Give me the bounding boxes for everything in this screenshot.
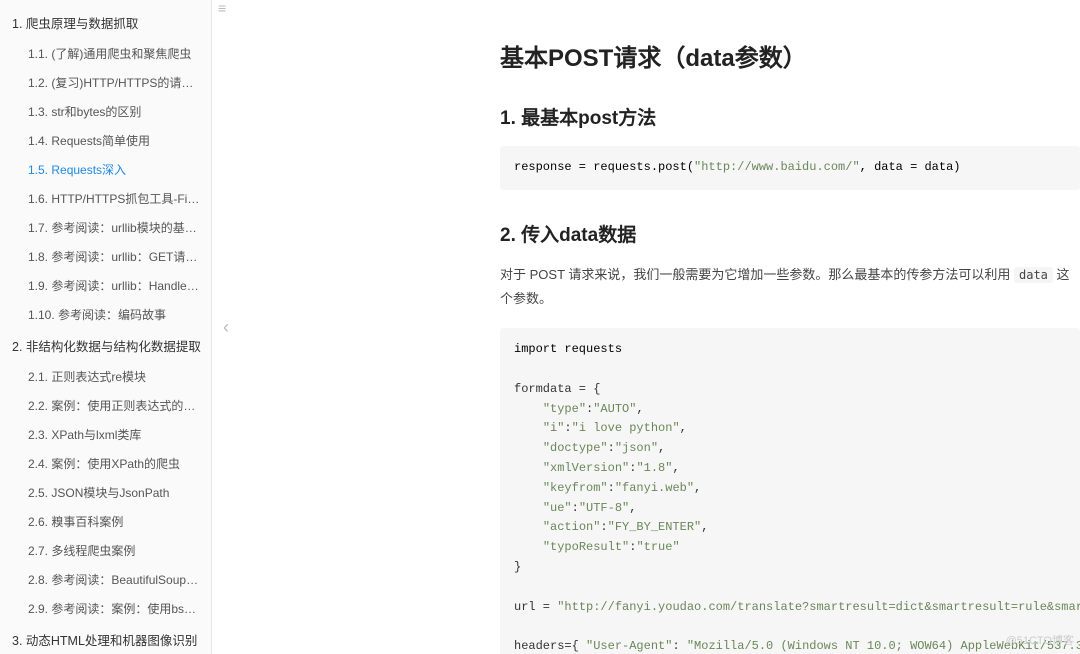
toc-item[interactable]: 1.4. Requests简单使用 [0,126,211,155]
toc-item[interactable]: 2.8. 参考阅读：BeautifulSoup4 ... [0,565,211,594]
section-2-paragraph: 对于 POST 请求来说，我们一般需要为它增加一些参数。那么最基本的传参方法可以… [500,263,1080,312]
toc-chapter[interactable]: 2. 非结构化数据与结构化数据提取 [0,329,211,362]
code-text: , data = data) [860,160,961,174]
toc-chapter[interactable]: 3. 动态HTML处理和机器图像识别 [0,623,211,654]
content-area[interactable]: 基本POST请求（data参数） 1. 最基本post方法 response =… [240,0,1080,654]
code-block-2: import requests formdata = { "type":"AUT… [500,328,1080,654]
para-text: 对于 POST 请求来说，我们一般需要为它增加一些参数。那么最基本的传参方法可以… [500,267,1014,282]
toc-item[interactable]: 2.6. 糗事百科案例 [0,507,211,536]
toc-item[interactable]: 1.5. Requests深入 [0,155,211,184]
inline-code-data: data [1014,267,1053,283]
toc-item[interactable]: 1.6. HTTP/HTTPS抓包工具-Fiddler [0,184,211,213]
toc-item[interactable]: 2.1. 正则表达式re模块 [0,362,211,391]
toc-item[interactable]: 2.5. JSON模块与JsonPath [0,478,211,507]
top-icon-row: ≡ [218,0,226,16]
toc-item[interactable]: 2.4. 案例：使用XPath的爬虫 [0,449,211,478]
toc-item[interactable]: 2.3. XPath与lxml类库 [0,420,211,449]
code-block-1: response = requests.post("http://www.bai… [500,146,1080,190]
sidebar-toc[interactable]: 1. 爬虫原理与数据抓取1.1. (了解)通用爬虫和聚焦爬虫1.2. (复习)H… [0,0,212,654]
toc-item[interactable]: 1.7. 参考阅读：urllib模块的基本... [0,213,211,242]
toc-item[interactable]: 1.3. str和bytes的区别 [0,97,211,126]
toc-item[interactable]: 1.9. 参考阅读：urllib：Handler处... [0,271,211,300]
toc-item[interactable]: 1.8. 参考阅读：urllib：GET请求... [0,242,211,271]
toc-chapter[interactable]: 1. 爬虫原理与数据抓取 [0,6,211,39]
section-2-heading: 2. 传入data数据 [500,220,1080,247]
code-url: "http://www.baidu.com/" [694,160,860,174]
section-1-heading: 1. 最基本post方法 [500,103,1080,130]
toc-item[interactable]: 1.10. 参考阅读：编码故事 [0,300,211,329]
toc-item[interactable]: 2.7. 多线程爬虫案例 [0,536,211,565]
toc-item[interactable]: 2.2. 案例：使用正则表达式的爬虫 [0,391,211,420]
toc-item[interactable]: 2.9. 参考阅读：案例：使用bs4的... [0,594,211,623]
chevron-left-icon[interactable]: ‹ [223,317,229,338]
menu-icon[interactable]: ≡ [218,0,226,16]
toc-item[interactable]: 1.2. (复习)HTTP/HTTPS的请求与... [0,68,211,97]
collapse-bar: ≡ ‹ [212,0,240,654]
toc-item[interactable]: 1.1. (了解)通用爬虫和聚焦爬虫 [0,39,211,68]
page-title: 基本POST请求（data参数） [500,38,1080,73]
code-text: response = requests.post( [514,160,694,174]
